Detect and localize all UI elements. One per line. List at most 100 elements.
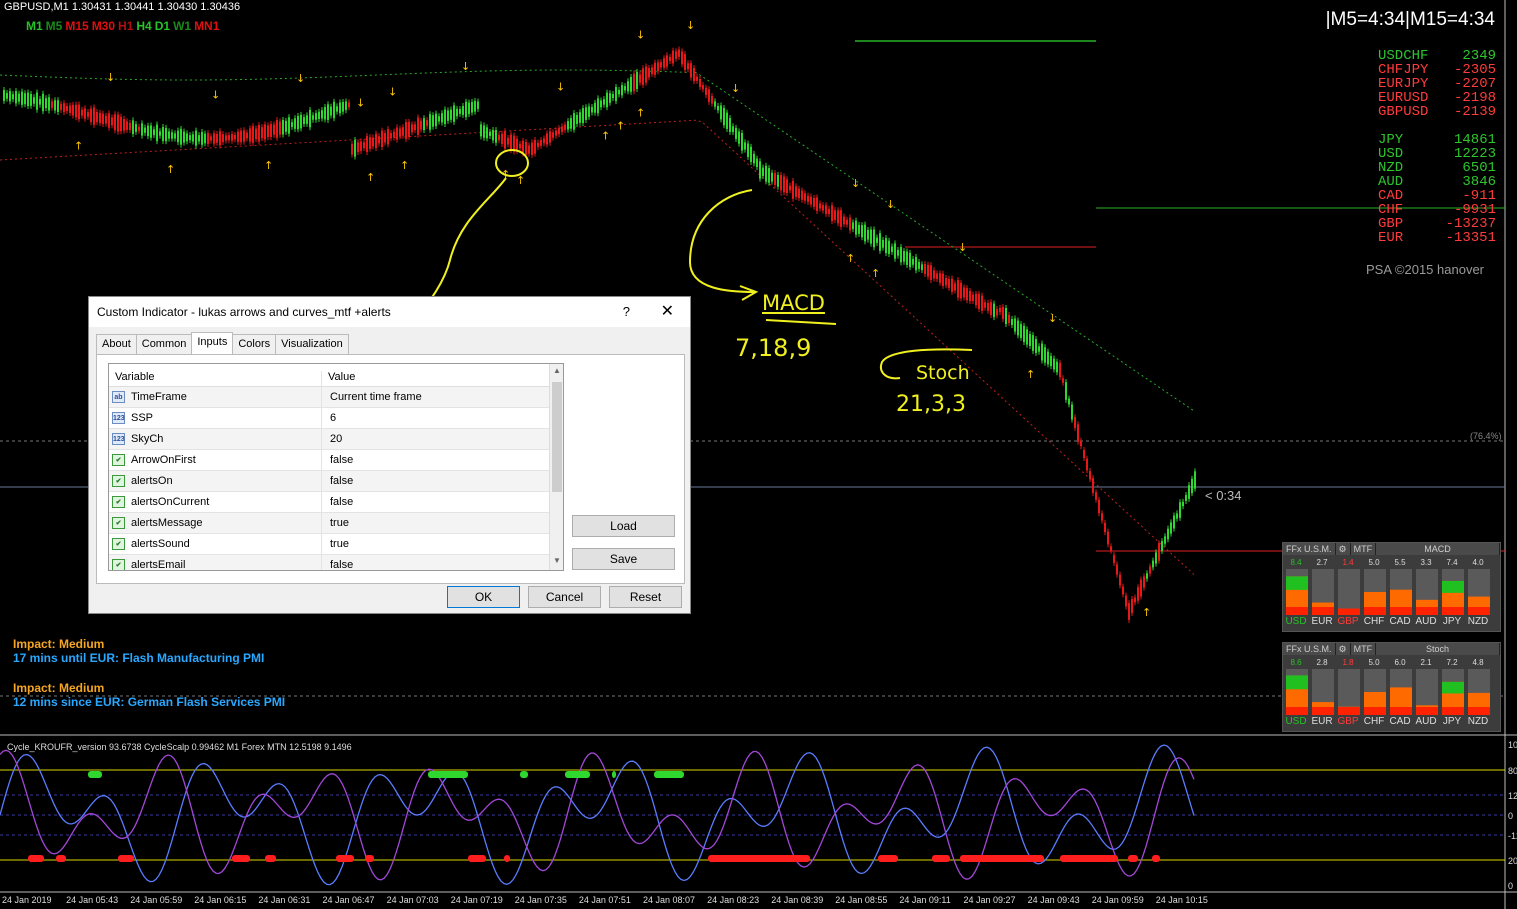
tab-common[interactable]: Common: [135, 334, 193, 354]
gear-icon[interactable]: ⚙: [1336, 543, 1351, 555]
strength-name: USD: [1378, 146, 1404, 162]
time-tick: 24 Jan 05:59: [130, 895, 183, 905]
strength-value: -2305: [1453, 62, 1496, 78]
dialog-title: Custom Indicator - lukas arrows and curv…: [97, 305, 391, 319]
strength-name: CHF: [1378, 202, 1404, 218]
variable-cell: ✔ alertsOn: [109, 471, 322, 491]
time-tick: 24 Jan 06:47: [322, 895, 375, 905]
macd-params-annotation: 7,18,9: [735, 334, 812, 362]
tab-inputs[interactable]: Inputs: [191, 332, 234, 355]
value-cell[interactable]: false: [322, 475, 353, 487]
strength-name: AUD: [1378, 174, 1404, 190]
input-row-alertsemail[interactable]: ✔ alertsEmail false: [109, 555, 563, 571]
symbol-info: GBPUSD,M1 1.30431 1.30441 1.30430 1.3043…: [4, 1, 241, 13]
timeframe-m5[interactable]: M5: [46, 19, 63, 33]
value-cell[interactable]: false: [322, 559, 353, 570]
input-row-skych[interactable]: 123 SkyCh 20: [109, 429, 563, 450]
fib-level-label: (76.4%): [1470, 431, 1502, 441]
value-cell[interactable]: true: [322, 517, 349, 529]
tab-visualization[interactable]: Visualization: [275, 334, 349, 354]
tab-about[interactable]: About: [96, 334, 137, 354]
inputs-grid: Variable Value ab TimeFrame Current time f…: [108, 363, 564, 571]
ffx-bar-base: [1390, 607, 1412, 615]
boolean-type-icon: ✔: [112, 475, 125, 487]
variable-cell: ab TimeFrame: [109, 387, 322, 407]
grid-scrollbar[interactable]: ▲ ▼: [549, 364, 563, 570]
time-tick: 24 Jan 07:51: [578, 895, 631, 905]
integer-type-icon: 123: [112, 433, 125, 445]
ffx-mtf[interactable]: MTF: [1351, 643, 1377, 655]
input-row-ssp[interactable]: 123 SSP 6: [109, 408, 563, 429]
input-row-alertsoncurrent[interactable]: ✔ alertsOnCurrent false: [109, 492, 563, 513]
news-impact-2: Impact: Medium: [13, 681, 105, 695]
timeframe-w1[interactable]: W1: [173, 19, 191, 33]
scroll-thumb[interactable]: [552, 382, 562, 492]
timeframe-mn1[interactable]: MN1: [194, 19, 219, 33]
strength-row: EURUSD -2198: [1378, 91, 1496, 105]
strength-row: GBPUSD -2139: [1378, 105, 1496, 119]
indicator-label: Cycle_KROUFR_version 93.6738 CycleScalp …: [7, 742, 352, 752]
svg-text:↓: ↓: [1048, 312, 1057, 325]
time-tick: 24 Jan 08:23: [707, 895, 760, 905]
timeframe-d1[interactable]: D1: [155, 19, 170, 33]
gear-icon[interactable]: ⚙: [1336, 643, 1351, 655]
timeframe-h1[interactable]: H1: [118, 19, 133, 33]
svg-text:↑: ↑: [1142, 606, 1151, 619]
variable-name: alertsOnCurrent: [131, 496, 210, 508]
load-button[interactable]: Load: [572, 515, 675, 537]
svg-text:↑: ↑: [366, 171, 375, 184]
timeframe-bar[interactable]: M1 M5 M15 M30 H1 H4 D1 W1 MN1: [26, 19, 222, 33]
reset-button[interactable]: Reset: [609, 586, 682, 608]
ffx-currency: USD: [1285, 616, 1307, 627]
ffx-bars: [1286, 669, 1490, 715]
sub-value-tick: 80: [1508, 766, 1517, 776]
input-row-alertssound[interactable]: ✔ alertsSound true: [109, 534, 563, 555]
variable-name: SkyCh: [131, 433, 164, 445]
tab-colors[interactable]: Colors: [232, 334, 277, 354]
svg-text:↓: ↓: [958, 241, 967, 254]
ffx-currencies: USD EUR GBP CHF CAD AUD JPY NZD: [1283, 616, 1491, 627]
timeframe-h4[interactable]: H4: [136, 19, 151, 33]
cancel-button[interactable]: Cancel: [528, 586, 601, 608]
value-cell[interactable]: Current time frame: [322, 391, 422, 403]
ffx-bar-base: [1286, 607, 1308, 615]
svg-text:↓: ↓: [356, 97, 365, 110]
scroll-down-icon[interactable]: ▼: [553, 556, 561, 565]
value-cell[interactable]: 20: [322, 433, 342, 445]
ffx-currencies: USD EUR GBP CHF CAD AUD JPY NZD: [1283, 716, 1491, 727]
help-icon[interactable]: ?: [623, 304, 630, 319]
variable-name: alertsEmail: [131, 559, 186, 571]
input-row-timeframe[interactable]: ab TimeFrame Current time frame: [109, 387, 563, 408]
ffx-currency: NZD: [1467, 716, 1489, 727]
strength-row: CHFJPY -2305: [1378, 63, 1496, 77]
column-value[interactable]: Value: [322, 371, 355, 386]
ok-button[interactable]: OK: [447, 586, 520, 608]
save-button[interactable]: Save: [572, 548, 675, 570]
value-cell[interactable]: false: [322, 496, 353, 508]
ffx-stoch-panel[interactable]: FFx U.S.M. ⚙ MTF Stoch 8.6 2.8 1.8 5.0 6.0 2.1 7.2…: [1282, 642, 1501, 732]
svg-text:↓: ↓: [211, 88, 220, 101]
value-cell[interactable]: false: [322, 454, 353, 466]
strength-name: EUR: [1378, 230, 1404, 246]
column-variable[interactable]: Variable: [109, 371, 322, 386]
scroll-up-icon[interactable]: ▲: [553, 366, 561, 375]
svg-text:↓: ↓: [296, 72, 305, 85]
input-row-alertson[interactable]: ✔ alertsOn false: [109, 471, 563, 492]
ffx-mtf[interactable]: MTF: [1351, 543, 1377, 555]
svg-text:↑: ↑: [74, 140, 83, 153]
timeframe-m15[interactable]: M15: [65, 19, 88, 33]
ffx-macd-panel[interactable]: FFx U.S.M. ⚙ MTF MACD 8.4 2.7 1.4 5.0 5.5 3.3 7.4 4…: [1282, 542, 1501, 632]
svg-text:↑: ↑: [166, 163, 175, 176]
svg-text:↓: ↓: [461, 60, 470, 73]
close-icon[interactable]: ✕: [661, 301, 674, 321]
ffx-currency: CAD: [1389, 616, 1411, 627]
value-cell[interactable]: 6: [322, 412, 336, 424]
timeframe-m1[interactable]: M1: [26, 19, 43, 33]
strength-value: -2207: [1453, 76, 1496, 92]
timeframe-m30[interactable]: M30: [92, 19, 115, 33]
input-row-arrowonfirst[interactable]: ✔ ArrowOnFirst false: [109, 450, 563, 471]
input-row-alertsmessage[interactable]: ✔ alertsMessage true: [109, 513, 563, 534]
sub-value-tick: 100: [1508, 740, 1517, 750]
value-cell[interactable]: true: [322, 538, 349, 550]
svg-text:↑: ↑: [264, 159, 273, 172]
